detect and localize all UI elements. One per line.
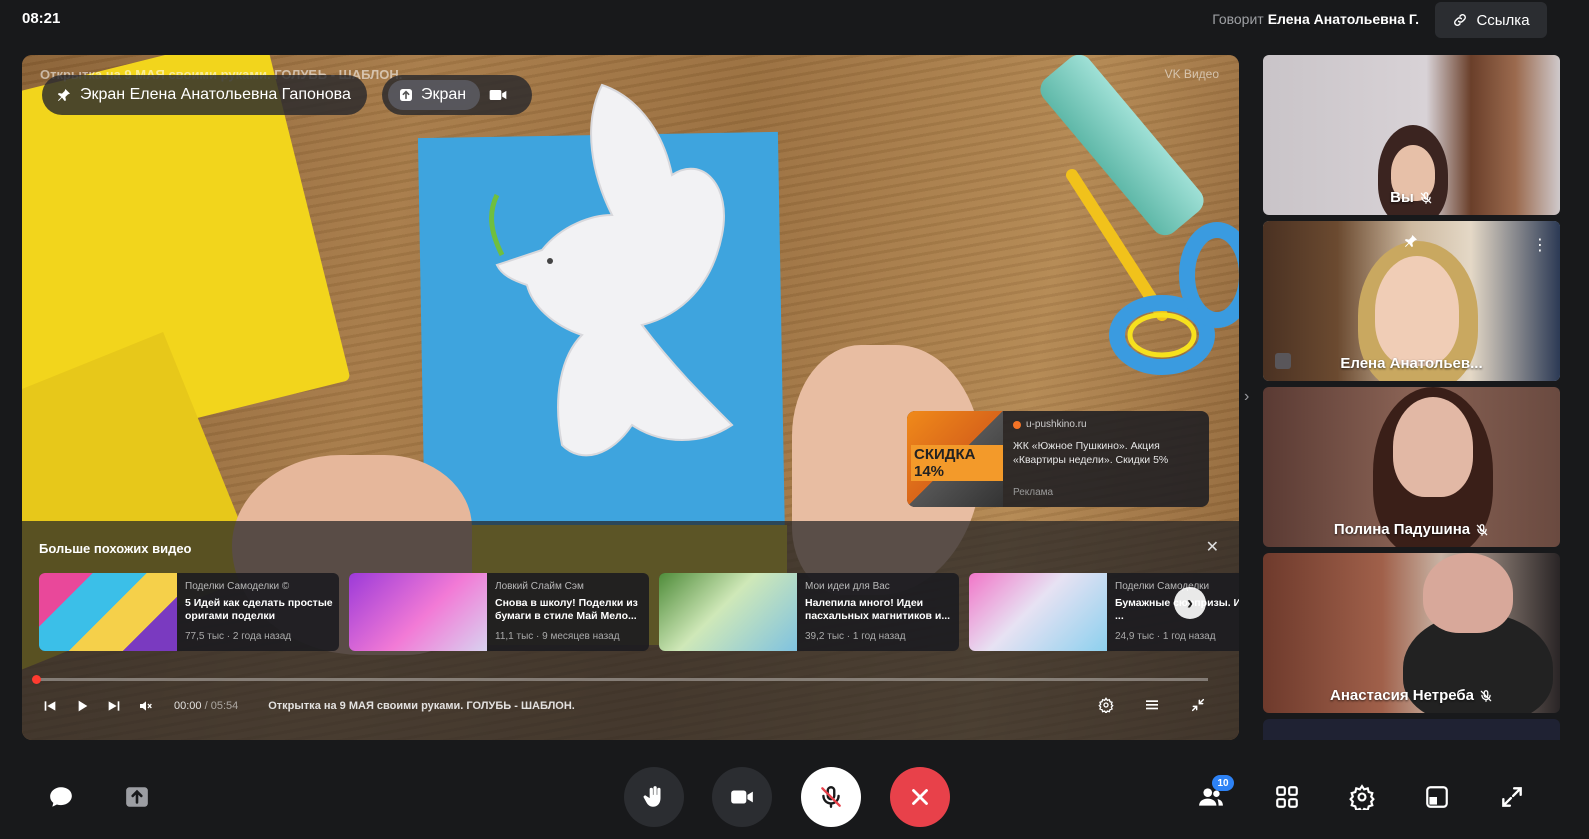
link-icon [1454,14,1467,26]
pin-icon [1405,235,1417,247]
participants-count-badge: 10 [1212,775,1234,791]
call-toolbar: 10 [0,757,1589,839]
camera-tab-icon[interactable] [488,85,508,105]
dove-image [489,83,734,457]
ad-banner[interactable]: СКИДКА 14% u-pushkino.ru ЖК «Южное Пушки… [907,411,1209,507]
participant-tile[interactable]: Анастасия Нетреба [1263,553,1560,713]
camera-button[interactable] [712,767,772,827]
camera-icon [731,790,753,804]
similar-videos-list: Поделки Самоделки © 5 Идей как сделать п… [39,573,1239,653]
ad-image: СКИДКА 14% [907,411,1003,507]
active-speaker: Говорит Елена Анатольевна Г. [1212,11,1419,27]
mic-muted-icon [1480,689,1492,702]
vk-video-logo: VK Видео [1164,67,1219,81]
mic-muted-icon [821,786,841,808]
chevron-right-icon[interactable]: › [1174,587,1206,619]
screen-tab-label: Экран [421,86,467,103]
participant-tile[interactable]: Полина Падушина [1263,387,1560,547]
top-bar: 08:21 Говорит Елена Анатольевна Г. Ссылка [0,0,1589,40]
player-controls: 00:00 / 05:54 Открытка на 9 МАЯ своими р… [40,695,1220,717]
mic-muted-icon [1476,523,1488,536]
video-card[interactable]: Мои идеи для Вас Налепила много! Идеи па… [659,573,959,651]
settings-gear-icon[interactable] [1096,695,1116,715]
end-call-button[interactable] [890,767,950,827]
link-button-label: Ссылка [1476,11,1530,29]
layout-icon[interactable] [1422,782,1452,812]
previous-icon[interactable] [40,696,60,716]
pin-icon [58,89,70,101]
participant-list: Вы ⋮ Елена Анатольев... Полина Падушина … [1263,55,1560,740]
progress-handle[interactable] [32,675,41,684]
next-icon[interactable] [104,696,124,716]
play-icon[interactable] [72,696,92,716]
participant-name: Вы [1263,189,1560,206]
exit-fullscreen-icon[interactable] [1188,695,1208,715]
video-thumbnail [659,573,797,651]
playlist-icon[interactable] [1142,695,1162,715]
chevron-right-icon[interactable]: › [1244,388,1249,406]
speaking-label: Говорит [1212,11,1264,27]
participant-tile[interactable] [1263,719,1560,740]
participant-name: Елена Анатольев... [1340,355,1483,372]
participant-tile-pinned[interactable]: ⋮ Елена Анатольев... [1263,221,1560,381]
copy-link-button[interactable]: Ссылка [1435,2,1547,38]
participant-tile-self[interactable]: Вы [1263,55,1560,215]
share-screen-icon[interactable] [122,782,152,812]
settings-gear-icon[interactable] [1347,782,1377,812]
participant-name: Полина Падушина [1263,521,1560,538]
player-video-title: Открытка на 9 МАЯ своими руками. ГОЛУБЬ … [268,700,575,712]
scissors-image [1066,169,1239,375]
screen-share-icon [400,89,412,101]
video-card[interactable]: Поделки Самоделки © 5 Идей как сделать п… [39,573,339,651]
video-card[interactable]: Ловкий Слайм Сэм Снова в школу! Поделки … [349,573,649,651]
screen-tab[interactable]: Экран [388,80,481,110]
playback-time: 00:00 / 05:54 [174,700,239,712]
similar-videos-title: Больше похожих видео [39,541,192,556]
pinned-screen-label[interactable]: Экран Елена Анатольевна Гапонова [42,75,367,115]
screen-source-switcher: Экран [382,75,532,115]
more-options-icon[interactable]: ⋮ [1532,235,1548,255]
participants-button[interactable]: 10 [1196,775,1234,812]
participant-name: Анастасия Нетреба [1263,687,1560,704]
shared-screen-stage[interactable]: Открытка на 9 МАЯ своими руками. ГОЛУБЬ … [22,55,1239,740]
video-thumbnail [349,573,487,651]
close-icon[interactable]: ✕ [1206,537,1219,557]
close-icon [912,789,928,805]
video-thumbnail [39,573,177,651]
ad-label: Реклама [1013,487,1054,498]
microphone-button[interactable] [801,767,861,827]
hand-icon [643,786,661,807]
grid-view-icon[interactable] [1272,782,1302,812]
video-progress-bar[interactable] [32,675,1208,684]
fullscreen-icon[interactable] [1497,782,1527,812]
ad-source: u-pushkino.ru [1013,419,1087,430]
ad-text: ЖК «Южное Пушкино». Акция «Квартиры неде… [1013,440,1169,466]
speaking-name: Елена Анатольевна Г. [1267,11,1419,27]
raise-hand-button[interactable] [624,767,684,827]
volume-muted-icon[interactable] [136,696,156,716]
clock: 08:21 [22,10,61,27]
mic-muted-icon [1420,191,1432,204]
chat-icon[interactable] [46,782,76,812]
pinned-screen-name: Экран Елена Анатольевна Гапонова [80,86,351,103]
video-thumbnail [969,573,1107,651]
